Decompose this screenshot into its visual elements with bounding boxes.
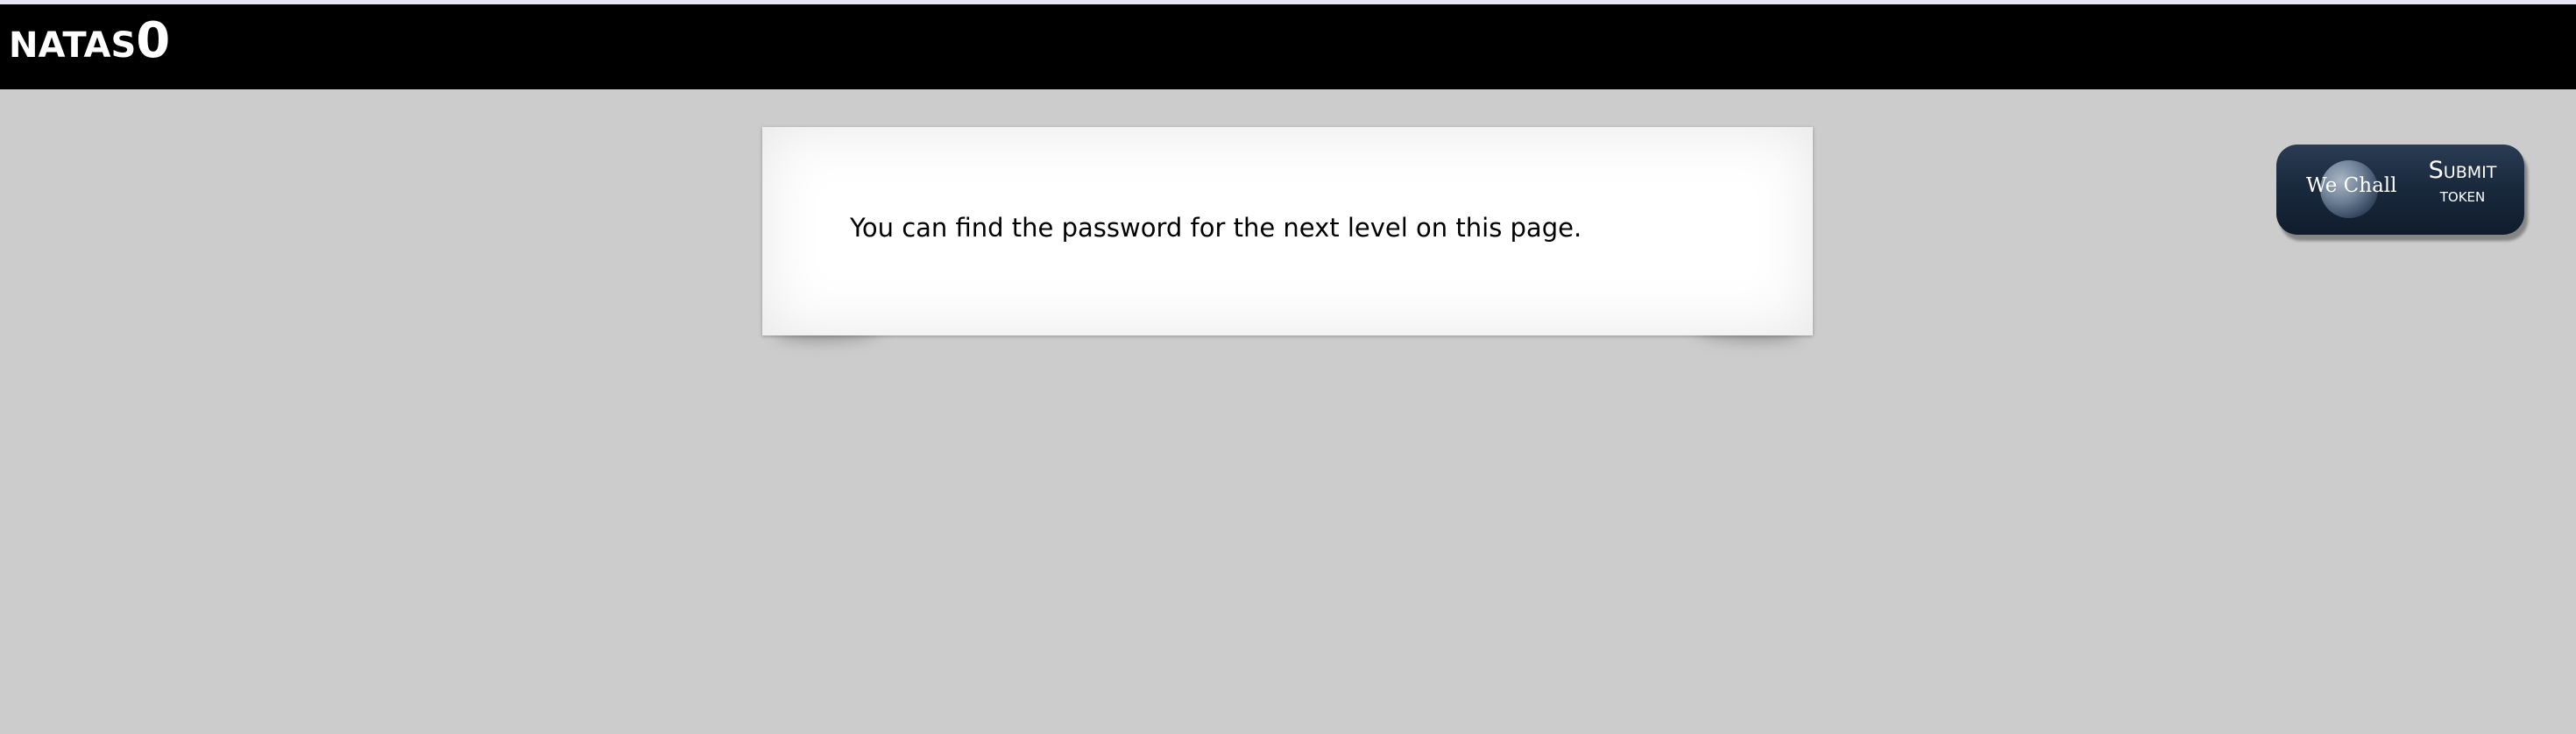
site-title-word: NATAS [9,25,137,66]
site-title-level: 0 [136,12,171,69]
content-card: You can find the password for the next l… [762,127,1813,335]
site-header: NATAS0 [0,4,2576,89]
content-message: You can find the password for the next l… [850,213,1582,243]
wechall-submit-token-button[interactable]: We Chall Submit token [2276,145,2524,235]
wechall-logo-text: We Chall [2306,174,2397,197]
submit-label: Submit [2428,157,2497,184]
site-title: NATAS0 [9,17,170,66]
token-label: token [2439,184,2486,206]
submit-token-label: Submit token [2417,158,2509,206]
